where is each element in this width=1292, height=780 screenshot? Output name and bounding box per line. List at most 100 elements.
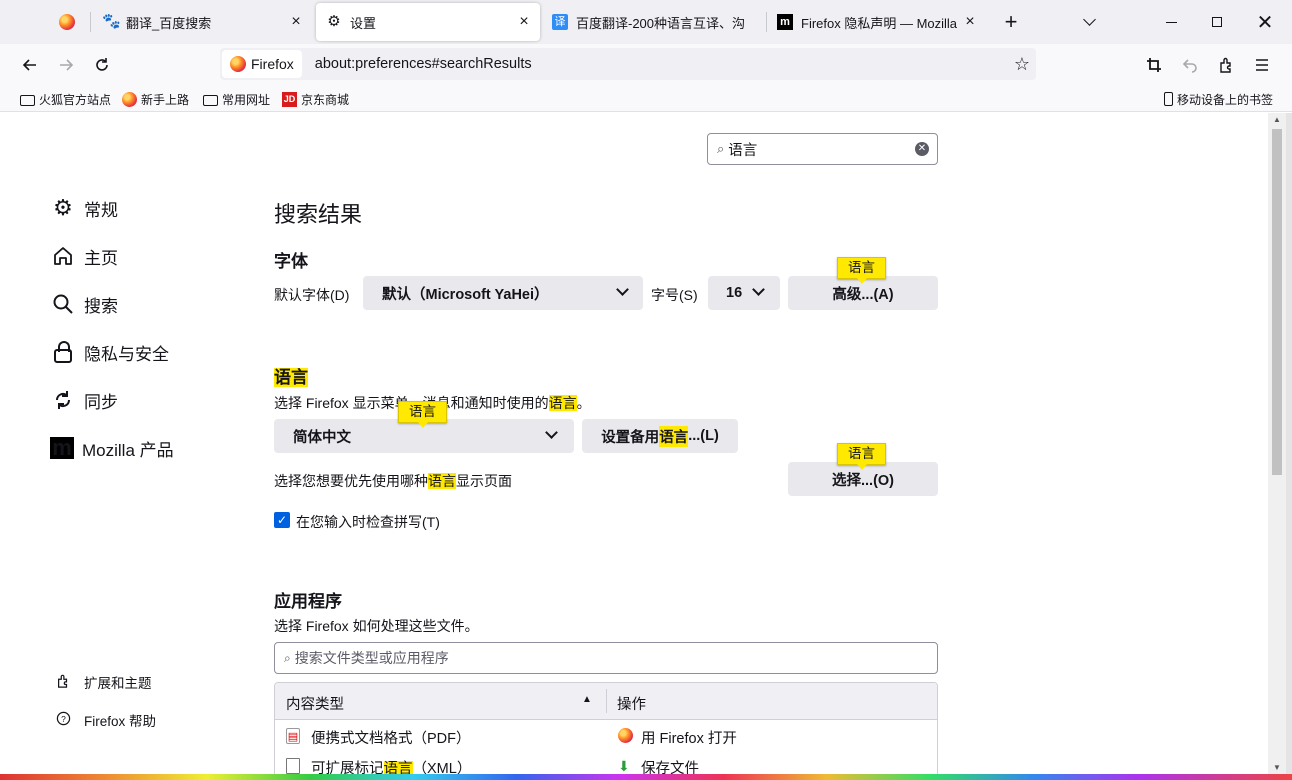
category-sync[interactable]: 同步 (50, 386, 118, 414)
addons-link[interactable]: 扩展和主题 (54, 672, 152, 692)
action-cell[interactable]: 用 Firefox 打开 (641, 727, 737, 748)
pdf-file-icon: ▤ (286, 728, 300, 744)
search-icon: ⌕ (717, 141, 725, 156)
firefox-icon (122, 91, 137, 107)
undo-button[interactable] (1175, 50, 1205, 80)
font-size-select[interactable]: 16 (708, 276, 780, 310)
bookmark-star-icon[interactable]: ☆ (1014, 53, 1030, 75)
screenshot-button[interactable] (1139, 50, 1169, 80)
help-link[interactable]: ? Firefox 帮助 (54, 710, 156, 730)
text-part: 显示页面 (456, 473, 512, 489)
forward-arrow-icon (60, 59, 74, 71)
tab-firefox-home[interactable] (44, 0, 90, 44)
close-tab-icon[interactable]: × (962, 14, 978, 30)
preferences-search-input[interactable]: ⌕ 语言 ✕ (707, 133, 938, 165)
highlighted-term: 语言 (428, 473, 456, 489)
tab-baidu-translate[interactable]: 译 百度翻译-200种语言互译、沟通 (542, 0, 766, 44)
page-title: 搜索结果 (274, 202, 363, 227)
taskbar-edge (0, 774, 1292, 780)
highlighted-term: 语言 (659, 425, 689, 447)
table-header: 内容类型 ▲ 操作 (275, 683, 937, 720)
category-search[interactable]: 搜索 (50, 290, 118, 318)
puzzle-icon (54, 674, 72, 691)
table-row[interactable]: ▤ 便携式文档格式（PDF） 用 Firefox 打开 (275, 721, 937, 751)
bookmark-label: 火狐官方站点 (39, 92, 112, 107)
svg-text:?: ? (61, 714, 66, 724)
url-text[interactable]: about:preferences#searchResults (315, 56, 532, 72)
application-filter-input[interactable]: ⌕ 搜索文件类型或应用程序 (274, 642, 938, 674)
scrollbar-thumb[interactable] (1272, 129, 1282, 475)
category-privacy[interactable]: 隐私与安全 (50, 338, 169, 366)
bookmark-label: 新手上路 (141, 92, 190, 107)
bookmark-item[interactable]: JD 京东商城 (282, 89, 349, 109)
page-scrollbar[interactable]: ▲ ▼ (1268, 113, 1286, 775)
column-header-content-type[interactable]: 内容类型 (286, 693, 344, 714)
category-label: 同步 (84, 392, 118, 412)
scroll-down-arrow-icon[interactable]: ▼ (1268, 761, 1286, 775)
baidu-paw-icon: 🐾 (102, 13, 121, 30)
gear-icon: ⚙ (53, 195, 73, 220)
identity-box[interactable]: Firefox (222, 50, 302, 78)
minimize-button[interactable] (1148, 0, 1194, 44)
footer-link-label: Firefox 帮助 (84, 714, 157, 729)
default-font-select[interactable]: 默认（Microsoft YaHei） (363, 276, 643, 310)
extensions-button[interactable] (1211, 50, 1241, 80)
bookmark-item[interactable]: 常用网址 (203, 89, 270, 109)
search-highlight-badge: 语言 (398, 401, 447, 428)
category-label: 隐私与安全 (84, 344, 169, 364)
category-label: 主页 (84, 248, 118, 268)
spellcheck-label: 在您输入时检查拼写(T) (296, 514, 440, 530)
lock-icon (54, 341, 72, 363)
tab-title: 百度翻译-200种语言互译、沟通 (576, 15, 744, 31)
category-general[interactable]: ⚙ 常规 (50, 194, 118, 222)
maximize-button[interactable] (1194, 0, 1240, 44)
reload-button[interactable] (87, 50, 117, 80)
folder-icon (20, 94, 35, 106)
app-menu-button[interactable] (1247, 50, 1277, 80)
bookmark-item[interactable]: 火狐官方站点 (20, 89, 111, 109)
highlighted-term: 语言 (548, 395, 577, 411)
content-type-cell: 便携式文档格式（PDF） (311, 731, 471, 747)
tab-title: 设置 (350, 15, 377, 31)
language-section-title: 语言 (274, 363, 308, 388)
button-label: 选择...(O) (831, 472, 895, 489)
tab-settings[interactable]: ⚙ 设置 × (316, 3, 540, 41)
crop-icon (1147, 58, 1161, 72)
clear-search-icon[interactable]: ✕ (915, 142, 929, 156)
highlighted-term: 语言 (274, 368, 308, 387)
forward-button[interactable] (51, 50, 81, 80)
puzzle-icon (1220, 57, 1231, 73)
help-icon: ? (54, 711, 72, 729)
category-label: 常规 (84, 200, 118, 220)
mobile-bookmarks[interactable]: 移动设备上的书签 (1164, 89, 1273, 109)
fonts-section-title: 字体 (274, 252, 308, 271)
alternative-languages-button[interactable]: 设置备用 语言 ...(L) (582, 419, 738, 453)
close-tab-icon[interactable]: × (288, 14, 304, 30)
identity-label: Firefox (251, 56, 294, 72)
text-part: 设置备用 (601, 429, 660, 446)
new-tab-button[interactable]: + (988, 0, 1034, 44)
tab-baidu-search[interactable]: 🐾 翻译_百度搜索 × (90, 0, 312, 44)
tab-mozilla-privacy[interactable]: m Firefox 隐私声明 — Mozilla × (766, 0, 990, 44)
category-home[interactable]: 主页 (50, 242, 118, 270)
back-button[interactable] (15, 50, 45, 80)
chevron-down-icon (616, 283, 629, 296)
close-tab-icon[interactable]: × (516, 14, 532, 30)
page-language-description: 选择您想要优先使用哪种语言显示页面 (274, 471, 512, 491)
list-all-tabs-button[interactable] (1066, 0, 1112, 44)
category-label: 搜索 (84, 296, 118, 316)
scroll-up-arrow-icon[interactable]: ▲ (1268, 113, 1286, 127)
preferences-page: ⌕ 语言 ✕ ⚙ 常规 主页 搜索 隐私与安全 同步 m Mozilla 产品 (6, 113, 1268, 780)
bookmarks-toolbar: 火狐官方站点 新手上路 常用网址 JD 京东商城 移动设备上的书签 (0, 86, 1292, 112)
back-arrow-icon (22, 59, 36, 71)
reload-icon (96, 58, 108, 71)
minimize-icon (1165, 21, 1177, 23)
url-bar[interactable]: Firefox about:preferences#searchResults … (220, 48, 1036, 80)
bookmark-label: 常用网址 (222, 92, 271, 107)
close-window-button[interactable]: ✕ (1242, 0, 1288, 44)
spellcheck-checkbox[interactable]: ✓ (274, 512, 290, 528)
column-header-action[interactable]: 操作 (617, 693, 646, 714)
category-mozilla-products[interactable]: m Mozilla 产品 (50, 434, 174, 462)
chevron-down-icon (1082, 13, 1096, 26)
bookmark-item[interactable]: 新手上路 (122, 89, 189, 109)
